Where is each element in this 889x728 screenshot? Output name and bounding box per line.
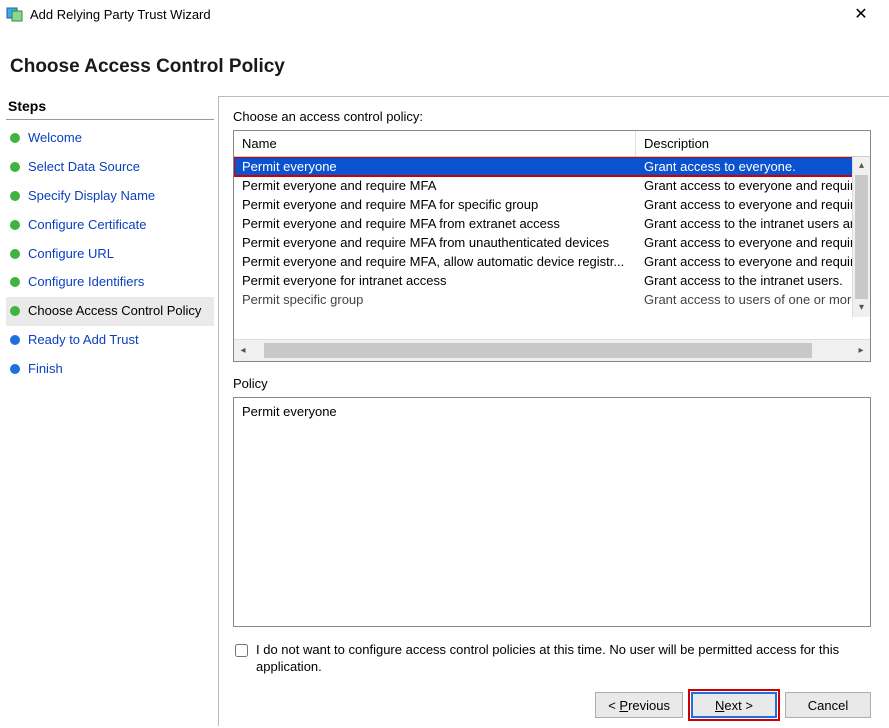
policy-row[interactable]: Permit everyone and require MFAGrant acc… — [234, 176, 870, 195]
step-bullet-icon — [10, 277, 20, 287]
main-panel: Choose an access control policy: Name De… — [218, 96, 889, 726]
step-label: Choose Access Control Policy — [28, 303, 201, 320]
policy-row-description: Grant access to everyone and requir — [636, 233, 870, 252]
step-item[interactable]: Choose Access Control Policy — [6, 297, 214, 326]
step-item[interactable]: Configure Certificate — [6, 211, 214, 240]
steps-sidebar: Steps Welcome Select Data Source Specify D… — [0, 96, 218, 726]
policy-detail-text: Permit everyone — [233, 397, 871, 627]
policy-list[interactable]: Name Description Permit everyoneGrant ac… — [233, 130, 871, 362]
step-label: Select Data Source — [28, 159, 140, 176]
policy-row-name: Permit everyone and require MFA from una… — [234, 233, 636, 252]
step-bullet-icon — [10, 306, 20, 316]
policy-row[interactable]: Permit everyoneGrant access to everyone. — [234, 157, 870, 176]
page-title: Choose Access Control Policy — [0, 28, 889, 96]
policy-row-name: Permit everyone for intranet access — [234, 271, 636, 290]
policy-row[interactable]: Permit everyone and require MFA from una… — [234, 233, 870, 252]
policy-row-name: Permit everyone and require MFA for spec… — [234, 195, 636, 214]
scroll-left-icon[interactable]: ◂ — [234, 345, 252, 356]
policy-row-name: Permit specific group — [234, 290, 636, 309]
step-item[interactable]: Finish — [6, 355, 214, 384]
policy-detail-label: Policy — [233, 376, 871, 391]
close-icon[interactable]: ✕ — [841, 4, 881, 24]
column-header-description[interactable]: Description — [636, 131, 870, 156]
horizontal-scrollbar[interactable]: ◂ ▸ — [234, 339, 870, 361]
step-bullet-icon — [10, 364, 20, 374]
vertical-scrollbar[interactable]: ▴ ▾ — [852, 157, 870, 317]
policy-row-name: Permit everyone and require MFA — [234, 176, 636, 195]
steps-heading: Steps — [6, 96, 214, 120]
policy-row-name: Permit everyone — [234, 157, 636, 176]
step-item[interactable]: Select Data Source — [6, 153, 214, 182]
next-button[interactable]: Next > — [691, 692, 777, 718]
step-bullet-icon — [10, 249, 20, 259]
horizontal-scroll-thumb[interactable] — [264, 343, 812, 358]
step-label: Configure Certificate — [28, 217, 147, 234]
policy-list-rows: Permit everyoneGrant access to everyone.… — [234, 157, 870, 339]
step-bullet-icon — [10, 162, 20, 172]
step-bullet-icon — [10, 335, 20, 345]
step-label: Finish — [28, 361, 63, 378]
policy-row[interactable]: Permit specific groupGrant access to use… — [234, 290, 870, 309]
policy-row[interactable]: Permit everyone and require MFA, allow a… — [234, 252, 870, 271]
policy-row-description: Grant access to everyone. — [636, 157, 870, 176]
step-item[interactable]: Configure Identifiers — [6, 268, 214, 297]
title-bar: Add Relying Party Trust Wizard ✕ — [0, 0, 889, 28]
policy-row-description: Grant access to users of one or more — [636, 290, 870, 309]
step-bullet-icon — [10, 191, 20, 201]
step-label: Ready to Add Trust — [28, 332, 139, 349]
step-item[interactable]: Welcome — [6, 124, 214, 153]
scroll-right-icon[interactable]: ▸ — [852, 345, 870, 356]
window-title: Add Relying Party Trust Wizard — [30, 7, 841, 22]
policy-row-description: Grant access to everyone and requir — [636, 195, 870, 214]
policy-row-name: Permit everyone and require MFA, allow a… — [234, 252, 636, 271]
skip-policy-label[interactable]: I do not want to configure access contro… — [256, 641, 871, 676]
step-item[interactable]: Ready to Add Trust — [6, 326, 214, 355]
policy-row-name: Permit everyone and require MFA from ext… — [234, 214, 636, 233]
skip-policy-checkbox[interactable] — [235, 644, 248, 657]
policy-list-label: Choose an access control policy: — [233, 109, 871, 124]
wizard-button-bar: < Previous Next > Cancel — [233, 682, 871, 718]
scroll-up-icon[interactable]: ▴ — [853, 157, 870, 175]
vertical-scroll-thumb[interactable] — [855, 175, 868, 315]
step-label: Specify Display Name — [28, 188, 155, 205]
step-label: Configure URL — [28, 246, 114, 263]
step-label: Configure Identifiers — [28, 274, 144, 291]
cancel-button[interactable]: Cancel — [785, 692, 871, 718]
step-bullet-icon — [10, 133, 20, 143]
policy-row-description: Grant access to everyone and requir — [636, 176, 870, 195]
skip-policy-row: I do not want to configure access contro… — [233, 641, 871, 676]
step-item[interactable]: Specify Display Name — [6, 182, 214, 211]
step-bullet-icon — [10, 220, 20, 230]
policy-row[interactable]: Permit everyone and require MFA from ext… — [234, 214, 870, 233]
previous-button[interactable]: < Previous — [595, 692, 683, 718]
policy-row-description: Grant access to everyone and requir — [636, 252, 870, 271]
wizard-icon — [6, 5, 24, 23]
policy-row-description: Grant access to the intranet users. — [636, 271, 870, 290]
step-item[interactable]: Configure URL — [6, 240, 214, 269]
policy-row-description: Grant access to the intranet users an — [636, 214, 870, 233]
scroll-down-icon[interactable]: ▾ — [853, 299, 870, 317]
column-header-name[interactable]: Name — [234, 131, 636, 156]
policy-row[interactable]: Permit everyone and require MFA for spec… — [234, 195, 870, 214]
policy-row[interactable]: Permit everyone for intranet accessGrant… — [234, 271, 870, 290]
step-label: Welcome — [28, 130, 82, 147]
policy-list-header: Name Description — [234, 131, 870, 157]
